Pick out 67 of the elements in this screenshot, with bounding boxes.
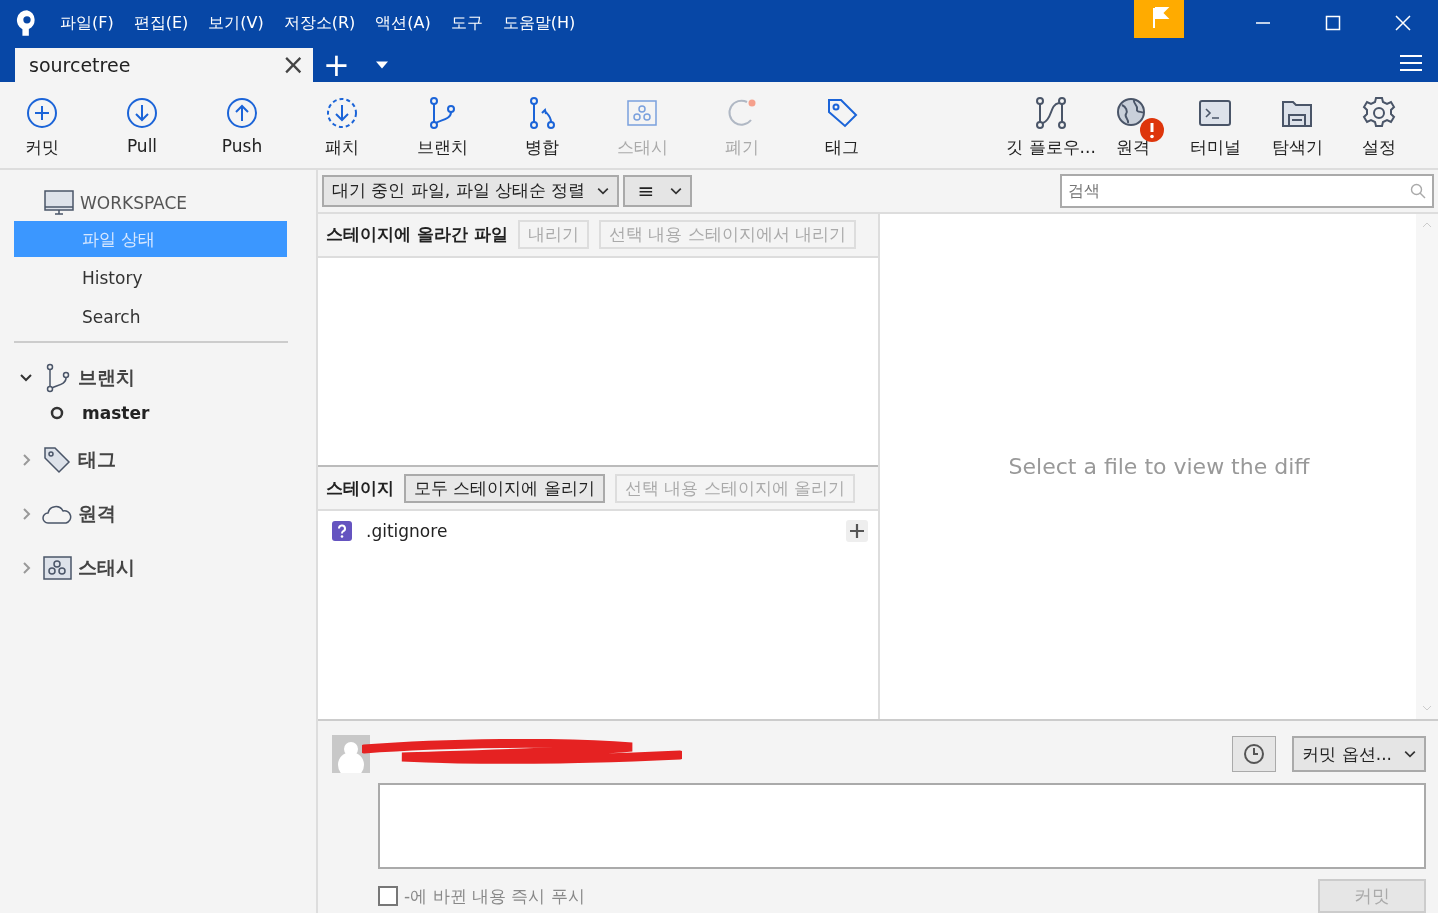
menu-item[interactable]: 액션(A) (375, 12, 431, 34)
menu-item[interactable]: 도구 (450, 12, 483, 34)
caret-icon (670, 186, 683, 195)
dropdown-caret-icon[interactable] (375, 61, 388, 69)
toolbar-button[interactable]: 병합 (492, 82, 592, 168)
toolbar-button[interactable]: 깃 플로우... (1010, 82, 1092, 168)
menu-icon[interactable] (1400, 54, 1422, 72)
sort-dropdown[interactable]: 대기 중인 파일, 파일 상태순 정렬 (322, 174, 620, 207)
file-name[interactable]: .gitignore (366, 521, 448, 542)
question-mark-icon (332, 521, 352, 542)
toolbar-button[interactable]: 탐색기 (1256, 82, 1338, 168)
commit-message-field[interactable] (378, 783, 1426, 869)
toolbar-button[interactable]: Push (192, 82, 292, 168)
sidebar-group[interactable]: 원격 (78, 501, 116, 527)
toolbar-button[interactable]: 설정 (1338, 82, 1420, 168)
checkbox-label: -에 바뀐 내용 즉시 푸시 (404, 884, 585, 908)
chevron-icon[interactable] (20, 372, 32, 384)
sidebar-group[interactable]: 태그 (78, 447, 116, 473)
new-tab-button[interactable]: + (323, 48, 350, 82)
tab-title: sourcetree (29, 54, 131, 76)
sidebar-group[interactable]: 브랜치 (78, 365, 135, 391)
settings-icon (1362, 96, 1396, 130)
toolbar-button[interactable]: 태그 (792, 82, 892, 168)
push-icon (225, 96, 259, 130)
avatar-icon (332, 735, 370, 773)
stage-button[interactable]: 모두 스테이지에 올리기 (404, 473, 605, 503)
branch-item[interactable]: master (82, 403, 150, 423)
search-icon (1410, 182, 1426, 199)
close-icon[interactable] (1395, 15, 1411, 31)
menu-item[interactable]: 편집(E) (133, 12, 189, 34)
toolbar-button[interactable]: Pull (92, 82, 192, 168)
toolbar-button[interactable]: 커밋 (0, 82, 92, 168)
toolbar-button[interactable]: 패치 (292, 82, 392, 168)
section-title: WORKSPACE (80, 193, 188, 213)
app-logo (16, 9, 38, 37)
maximize-icon[interactable] (1325, 15, 1341, 31)
branch-dot-icon (50, 406, 64, 420)
toolbar-button[interactable]: 터미널 (1174, 82, 1256, 168)
menu-item[interactable]: 도움말(H) (502, 12, 576, 34)
sidebar-item[interactable]: Search (14, 299, 287, 335)
push-checkbox[interactable] (378, 886, 398, 906)
caret-icon (597, 186, 610, 195)
search-field[interactable]: 검색 (1060, 173, 1434, 208)
pane-title: 스테이지에 올라간 파일 (326, 223, 508, 247)
repo-tab[interactable]: sourcetree × (15, 48, 313, 82)
empty-diff-message: Select a file to view the diff (1008, 453, 1310, 479)
menu-item[interactable]: 보기(V) (208, 12, 264, 34)
sidebar-group[interactable]: 스태시 (78, 555, 135, 581)
menu-item[interactable]: 파일(F) (60, 12, 114, 34)
pane-title: 스테이지 (326, 476, 394, 500)
caret-icon (1404, 750, 1416, 758)
menu-item[interactable]: 저장소(R) (283, 12, 356, 34)
view-dropdown[interactable]: ≡ (623, 174, 693, 207)
add-icon[interactable] (846, 520, 868, 543)
tag-icon (42, 445, 72, 475)
pull-icon (125, 96, 159, 130)
patch-icon (325, 96, 359, 130)
toolbar-button[interactable]: 브랜치 (392, 82, 492, 168)
clock-icon[interactable] (1232, 736, 1277, 772)
close-tab-button[interactable]: × (281, 51, 305, 79)
monitor-icon (44, 190, 74, 216)
commit-icon (25, 96, 59, 130)
commit-options-dropdown[interactable]: 커밋 옵션... (1292, 736, 1426, 772)
sidebar-item[interactable]: History (14, 260, 287, 296)
gitflow-icon (1034, 96, 1068, 130)
stash-icon (42, 553, 72, 583)
tag-icon (825, 96, 859, 130)
